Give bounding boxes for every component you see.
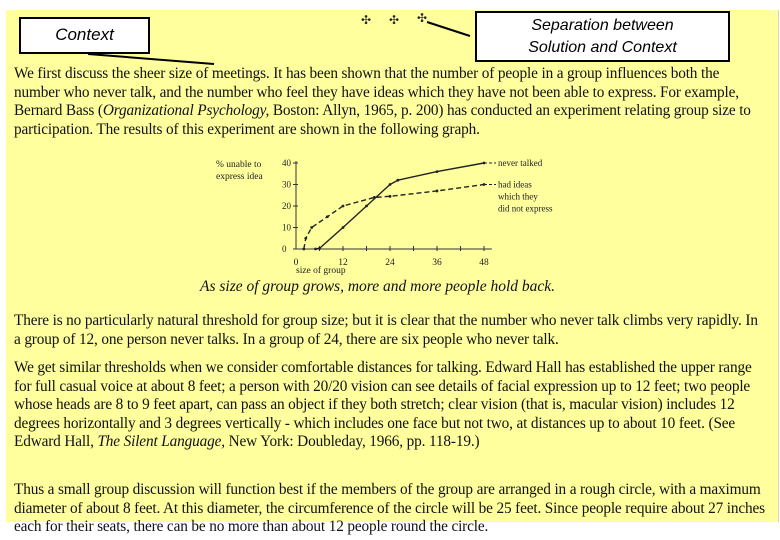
y-axis-label-line1: % unable to xyxy=(216,160,262,170)
data-point xyxy=(318,246,321,250)
series-label: did not express xyxy=(498,204,553,214)
y-axis-label-line2: express idea xyxy=(216,172,263,182)
x-tick-label: 24 xyxy=(385,258,395,268)
paragraph-distances: We get similar thresholds when we consid… xyxy=(14,359,766,452)
data-point xyxy=(302,247,306,251)
group-size-chart: 0102030400 12 24 36 48 never talkedhad ideas… xyxy=(216,158,553,276)
x-axis-label: size of group xyxy=(296,265,346,276)
data-point xyxy=(388,194,392,198)
chart-axes: 0102030400 12 24 36 48 xyxy=(282,158,492,268)
data-point xyxy=(365,204,368,208)
y-tick-label: 20 xyxy=(282,201,292,211)
series-label: had ideas xyxy=(498,180,532,190)
x-tick-label: 36 xyxy=(432,258,442,268)
paragraph-threshold: There is no particularly natural thresho… xyxy=(14,312,758,348)
data-point xyxy=(341,226,345,229)
paragraph-conclusion: Thus a small group discussion will funct… xyxy=(14,481,765,536)
data-point xyxy=(310,226,314,229)
data-point xyxy=(314,247,317,251)
paragraph-text: New York: Doubleday, 1966, pp. 118-19.) xyxy=(224,433,480,451)
data-point xyxy=(396,178,400,182)
y-tick-label: 40 xyxy=(282,158,292,168)
data-point xyxy=(388,183,392,186)
figure-caption: As size of group grows, more and more pe… xyxy=(200,278,556,295)
data-point xyxy=(372,196,376,199)
series-label: never talked xyxy=(498,158,543,168)
data-point xyxy=(325,215,329,219)
series-line-had-ideas xyxy=(303,183,485,250)
data-point xyxy=(304,236,308,240)
data-point xyxy=(341,204,345,208)
y-tick-label: 30 xyxy=(282,180,292,190)
y-tick-label: 10 xyxy=(282,223,292,233)
y-tick-label: 0 xyxy=(282,244,287,254)
x-tick-label: 48 xyxy=(479,258,489,268)
data-point xyxy=(435,170,439,174)
data-point xyxy=(435,189,439,193)
series-line-never-talked xyxy=(315,162,485,250)
series-label: which they xyxy=(498,192,538,202)
book-title: The Silent Language, xyxy=(97,433,225,451)
chart-series: never talked had ideas which they did not e… xyxy=(302,158,553,251)
